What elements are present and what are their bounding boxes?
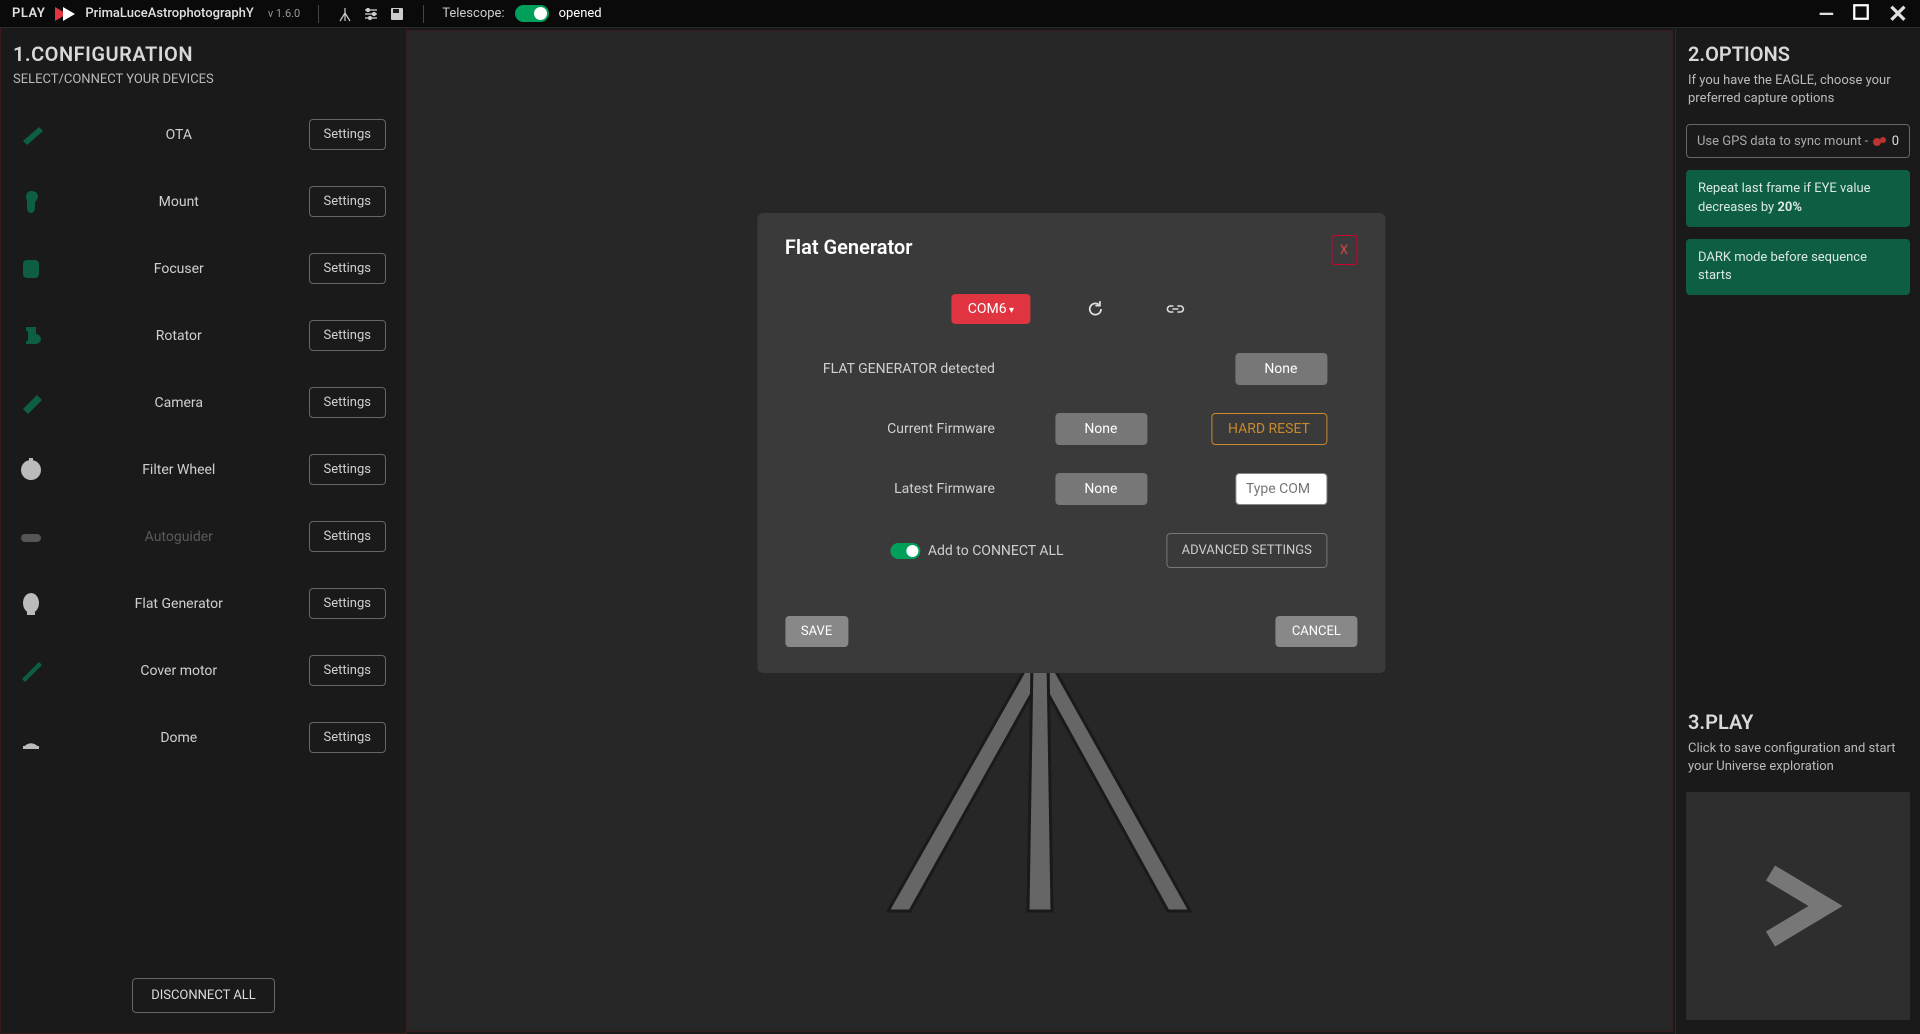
topbar: PLAY PrimaLuceAstrophotographY v 1.6.0 T… [0,0,1920,28]
device-settings-button[interactable]: Settings [309,320,386,351]
device-label: OTA [49,127,309,143]
options-title: 2.OPTIONS [1688,42,1908,66]
telescope-toggle[interactable] [515,5,549,22]
divider [318,5,319,23]
device-settings-button[interactable]: Settings [309,253,386,284]
latest-fw-value: None [1055,473,1147,505]
options-panel: 2.OPTIONS If you have the EAGLE, choose … [1675,28,1920,1034]
minimize-icon[interactable]: — [1819,4,1834,24]
advanced-settings-button[interactable]: ADVANCED SETTINGS [1167,533,1327,568]
device-settings-button[interactable]: Settings [309,588,386,619]
save-button[interactable]: SAVE [785,616,848,647]
device-settings-button[interactable]: Settings [309,454,386,485]
device-label: Focuser [49,261,309,277]
device-icon [13,117,49,153]
gps-sync-button[interactable]: Use GPS data to sync mount - 0 [1686,124,1910,158]
device-icon [13,318,49,354]
device-label: Mount [49,194,309,210]
device-settings-button[interactable]: Settings [309,655,386,686]
com-input[interactable] [1235,473,1327,505]
device-icon [13,251,49,287]
flat-generator-modal: Flat Generator X COM6 FLAT GENERATOR det… [757,213,1385,673]
refresh-icon[interactable] [1080,294,1110,324]
modal-title: Flat Generator [785,235,913,259]
device-label: Filter Wheel [49,462,309,478]
gps-label: Use GPS data to sync mount - [1697,134,1868,149]
options-subtitle: If you have the EAGLE, choose your prefe… [1688,72,1908,108]
device-icon [13,184,49,220]
device-label: Camera [49,395,309,411]
device-row-camera: CameraSettings [1,369,406,436]
save-icon[interactable] [389,6,405,22]
config-subtitle: SELECT/CONNECT YOUR DEVICES [13,72,394,87]
opt1-bold: 20% [1777,200,1802,215]
device-label: Rotator [49,328,309,344]
logo-word: PLAY [12,6,45,21]
gps-value: 0 [1892,134,1899,149]
device-label: Cover motor [49,663,309,679]
latest-fw-label: Latest Firmware [785,481,1005,497]
device-icon [13,385,49,421]
config-title: 1.CONFIGURATION [13,42,394,66]
modal-close-button[interactable]: X [1331,235,1357,265]
current-fw-label: Current Firmware [785,421,1005,437]
canvas-area: Flat Generator X COM6 FLAT GENERATOR det… [407,30,1673,1032]
play-button[interactable] [1686,792,1910,1020]
link-icon[interactable] [1160,294,1190,324]
dark-mode-option[interactable]: DARK mode before sequence starts [1686,239,1910,295]
device-icon [13,720,49,756]
device-icon [13,653,49,689]
play-title: 3.PLAY [1688,710,1908,734]
device-icon [13,586,49,622]
device-settings-button[interactable]: Settings [309,722,386,753]
com-port-dropdown[interactable]: COM6 [952,294,1030,324]
device-settings-button[interactable]: Settings [309,119,386,150]
device-settings-button[interactable]: Settings [309,521,386,552]
hard-reset-button[interactable]: HARD RESET [1211,413,1327,445]
disconnect-all-button[interactable]: DISCONNECT ALL [132,978,275,1013]
device-row-flat-generator: Flat GeneratorSettings [1,570,406,637]
telescope-status: opened [559,6,602,21]
brand-text: PrimaLuceAstrophotographY [85,6,253,21]
device-row-dome: DomeSettings [1,704,406,771]
current-fw-value: None [1055,413,1147,445]
device-settings-button[interactable]: Settings [309,186,386,217]
device-row-mount: MountSettings [1,168,406,235]
device-row-ota: OTASettings [1,101,406,168]
play-subtitle: Click to save configuration and start yo… [1688,740,1908,776]
detected-value: None [1235,353,1327,385]
repeat-frame-option[interactable]: Repeat last frame if EYE value decreases… [1686,170,1910,226]
device-label: Dome [49,730,309,746]
divider [423,5,424,23]
detected-label: FLAT GENERATOR detected [785,361,1005,377]
device-row-autoguider: AutoguiderSettings [1,503,406,570]
device-row-rotator: RotatorSettings [1,302,406,369]
device-row-filter-wheel: Filter WheelSettings [1,436,406,503]
sliders-icon[interactable] [363,6,379,22]
maximize-icon[interactable] [1852,3,1870,24]
logo-icon [55,7,75,21]
device-row-cover-motor: Cover motorSettings [1,637,406,704]
play-icon [1743,851,1853,961]
device-row-focuser: FocuserSettings [1,235,406,302]
satellite-icon [1870,133,1890,149]
connect-all-label: Add to CONNECT ALL [928,543,1064,559]
telescope-label: Telescope: [442,6,504,21]
device-list: OTASettingsMountSettingsFocuserSettingsR… [1,91,406,964]
device-label: Autoguider [49,529,309,545]
configuration-panel: 1.CONFIGURATION SELECT/CONNECT YOUR DEVI… [0,28,407,1034]
version-text: v 1.6.0 [268,7,300,20]
connect-all-toggle[interactable] [890,543,920,559]
device-settings-button[interactable]: Settings [309,387,386,418]
device-icon [13,452,49,488]
close-icon[interactable]: ✕ [1888,2,1908,26]
cancel-button[interactable]: CANCEL [1276,616,1357,647]
device-label: Flat Generator [49,596,309,612]
device-icon [13,519,49,555]
tripod-icon[interactable] [337,6,353,22]
